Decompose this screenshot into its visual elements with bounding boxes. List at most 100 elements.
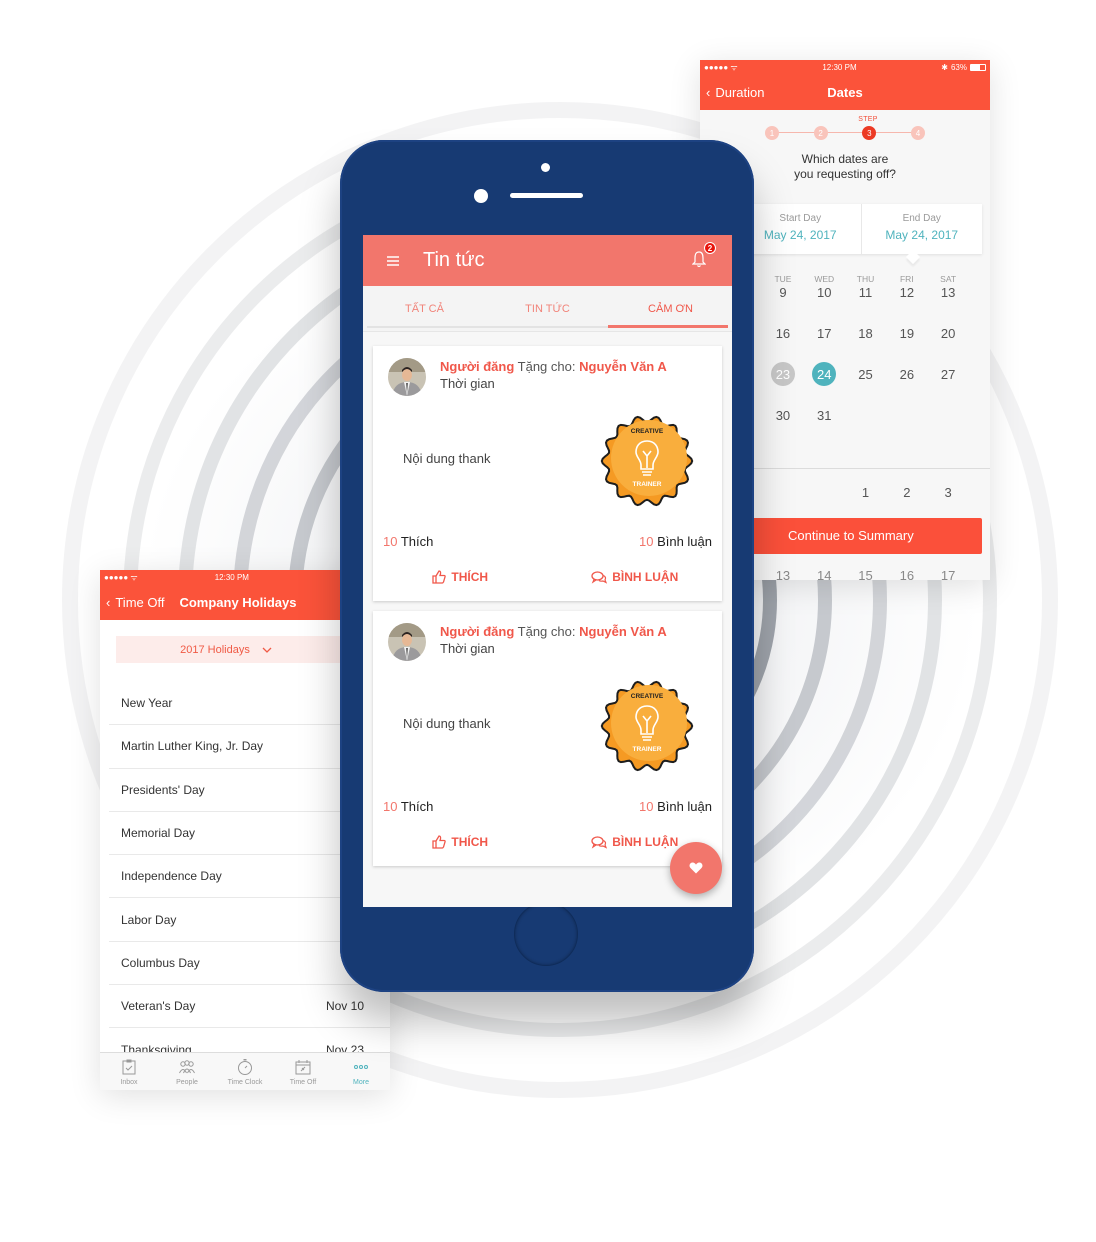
post-stats: 10 Thích 10 Bình luận — [383, 799, 712, 814]
likes-count: 10 Thích — [383, 534, 434, 549]
calendar-day[interactable]: 9 — [762, 284, 803, 308]
holiday-row[interactable]: Veteran's Day Nov 10 — [109, 985, 390, 1029]
calendar-day[interactable]: 20 — [927, 325, 968, 349]
stopwatch-icon — [238, 1058, 252, 1075]
calendar-day[interactable]: 2 — [886, 485, 927, 500]
phone-camera — [541, 163, 550, 172]
holiday-name: Columbus Day — [121, 955, 200, 970]
like-button[interactable]: THÍCH — [373, 570, 548, 584]
start-day-label: Start Day — [779, 213, 822, 224]
bottom-tab-bar: Inbox People Time Clock Time Off More — [100, 1052, 390, 1090]
calendar-day[interactable]: 26 — [886, 366, 927, 390]
poster-name[interactable]: Người đăng — [440, 624, 514, 639]
calendar-day[interactable]: 3 — [927, 485, 968, 500]
tab-label: Time Off — [289, 1078, 317, 1086]
calendar-day[interactable]: 1 — [845, 485, 886, 500]
tab-all[interactable]: TẤT CẢ — [363, 286, 486, 331]
tab-more[interactable]: More — [332, 1053, 390, 1090]
send-thanks-fab[interactable] — [670, 842, 722, 894]
thanks-post-card: Người đăng Tặng cho: Nguyễn Văn A Thời g… — [373, 346, 722, 601]
holiday-name: Labor Day — [121, 912, 177, 927]
calendar-day[interactable]: 16 — [886, 568, 927, 580]
continue-to-summary-button[interactable]: Continue to Summary — [740, 518, 982, 554]
post-actions: THÍCH BÌNH LUẬN — [373, 570, 722, 584]
like-button[interactable]: THÍCH — [373, 835, 548, 849]
avatar[interactable] — [388, 623, 426, 661]
gift-label: Tặng cho: — [517, 359, 576, 374]
post-meta: Người đăng Tặng cho: Nguyễn Văn A Thời g… — [440, 623, 667, 657]
calendar-day[interactable]: 16 — [762, 325, 803, 349]
holiday-date: Nov 10 — [325, 999, 364, 1014]
tab-news[interactable]: TIN TỨC — [486, 286, 609, 331]
calendar-week: 293031 — [721, 407, 969, 448]
dropdown-value: 2017 Holidays — [180, 643, 250, 656]
step-3[interactable]: 3 — [862, 126, 877, 140]
receiver-name[interactable]: Nguyễn Văn A — [579, 359, 667, 374]
start-day-value: May 24, 2017 — [763, 228, 837, 242]
calendar-day-range-start[interactable]: 23 — [762, 362, 803, 390]
menu-button[interactable] — [363, 255, 423, 266]
tab-inbox[interactable]: Inbox — [100, 1053, 158, 1090]
post-time: Thời gian — [440, 641, 495, 656]
creative-trainer-badge: CREATIVE TRAINER — [600, 415, 694, 507]
calendar-day[interactable]: 17 — [804, 325, 845, 349]
phone-sensor — [474, 189, 488, 203]
calendar: MONTUEWEDTHUFRISAT 891011121315161718192… — [721, 274, 969, 448]
calendar-day[interactable]: 18 — [845, 325, 886, 349]
calendar-day[interactable]: 25 — [845, 366, 886, 390]
comment-label: BÌNH LUẬN — [612, 570, 679, 584]
comment-button[interactable]: BÌNH LUẬN — [548, 570, 723, 584]
calendar-day[interactable]: 14 — [804, 568, 845, 580]
calendar-day[interactable]: 19 — [886, 325, 927, 349]
thanks-post-card: Người đăng Tặng cho: Nguyễn Văn A Thời g… — [373, 611, 722, 866]
weekday-header: MONTUEWEDTHUFRISAT — [721, 274, 969, 284]
step-2[interactable]: 2 — [813, 126, 828, 140]
avatar[interactable] — [388, 358, 426, 396]
calendar-day[interactable]: 13 — [762, 568, 803, 580]
calendar-day[interactable]: 10 — [804, 284, 845, 308]
receiver-name[interactable]: Nguyễn Văn A — [579, 624, 667, 639]
bluetooth-icon: ✱ — [941, 62, 948, 72]
year-dropdown[interactable]: 2017 Holidays — [116, 636, 346, 663]
dates-nav: ‹ Duration Dates — [700, 74, 990, 110]
back-button[interactable]: ‹ Time Off — [106, 595, 164, 610]
tab-people[interactable]: People — [158, 1053, 216, 1090]
calendar-day[interactable]: 30 — [762, 407, 803, 431]
step-4[interactable]: 4 — [910, 126, 925, 140]
calendar-day[interactable]: 11 — [845, 284, 886, 308]
comments-icon — [591, 570, 608, 584]
chevron-left-icon: ‹ — [106, 594, 111, 610]
home-button[interactable] — [514, 902, 578, 966]
calendar-day[interactable]: 31 — [804, 407, 845, 431]
calendar-day[interactable]: 27 — [927, 366, 968, 390]
calendar-day-selected[interactable]: 24 — [804, 362, 845, 390]
month-divider — [740, 468, 990, 469]
calendar-day[interactable]: 17 — [927, 568, 968, 580]
gift-label: Tặng cho: — [517, 624, 576, 639]
people-icon — [179, 1059, 195, 1073]
comment-label: BÌNH LUẬN — [612, 835, 679, 849]
notifications-button[interactable]: 2 — [691, 242, 716, 270]
more-icon — [354, 1064, 368, 1069]
likes-count: 10 Thích — [383, 799, 434, 814]
user-photo-icon — [388, 358, 426, 396]
post-stats: 10 Thích 10 Bình luận — [383, 534, 712, 549]
tab-time-clock[interactable]: Time Clock — [216, 1053, 274, 1090]
end-day-field[interactable]: End Day May 24, 2017 — [860, 204, 983, 254]
calendar-day[interactable]: 13 — [927, 284, 968, 308]
notification-badge: 2 — [704, 242, 716, 254]
calendar-day[interactable]: 12 — [886, 284, 927, 308]
calendar-day[interactable]: 15 — [845, 568, 886, 580]
post-meta: Người đăng Tặng cho: Nguyễn Văn A Thời g… — [440, 358, 667, 392]
dates-header: ●●●●● ᯤ 12:30 PM ✱ 63% ‹ Duration Dates — [700, 60, 990, 110]
step-1[interactable]: 1 — [765, 126, 779, 140]
poster-name[interactable]: Người đăng — [440, 359, 514, 374]
back-button[interactable]: ‹ Duration — [706, 85, 764, 100]
start-day-field[interactable]: Start Day May 24, 2017 — [740, 204, 861, 254]
app-bar: Tin tức 2 — [363, 235, 732, 286]
tab-time-off[interactable]: Time Off — [274, 1053, 332, 1090]
badge-title: CREATIVE — [631, 693, 664, 700]
calendar-week: 151617181920 — [721, 325, 969, 366]
calendar-empty — [886, 407, 927, 434]
battery-percent: 63% — [950, 62, 967, 72]
